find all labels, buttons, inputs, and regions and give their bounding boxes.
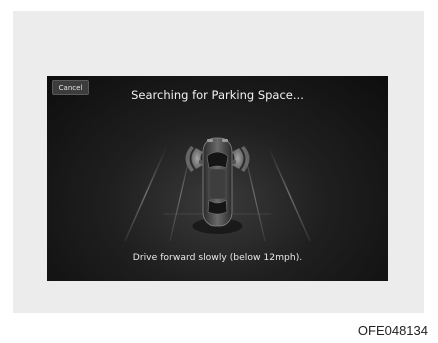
parking-scene: [124, 137, 311, 242]
lane-line-left-outer: [124, 145, 168, 242]
sensor-wave-right-icon: [232, 146, 250, 172]
instruction-message: Drive forward slowly (below 12mph).: [132, 252, 303, 263]
lane-line-right-outer: [267, 145, 311, 242]
screen-title: Searching for Parking Space...: [131, 88, 304, 102]
parking-assist-screen: Cancel Searching for Parking Space... Dr…: [47, 76, 388, 281]
sensor-wave-left-icon: [185, 146, 203, 172]
figure-code: OFE048134: [357, 323, 428, 338]
